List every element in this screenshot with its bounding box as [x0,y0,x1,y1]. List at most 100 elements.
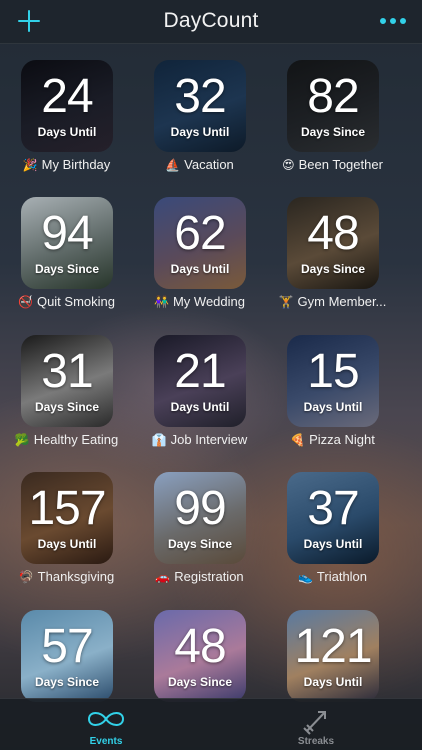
event-image-card: 82 Days Since [287,60,379,152]
event-name: Registration [174,569,244,584]
event-emoji-icon: 😍 [282,158,295,172]
event-tile[interactable]: 62 Days Until 👫 My Wedding [133,197,266,327]
day-count-number: 62 [174,207,226,260]
event-tile[interactable]: 21 Days Until 👔 Job Interview [133,335,266,465]
day-count-status: Days Since [34,400,100,414]
event-name: My Birthday [41,157,111,172]
event-tile[interactable]: 94 Days Since 🚭 Quit Smoking [0,197,133,327]
dot [400,18,406,24]
event-name: Job Interview [170,432,248,447]
event-image-card: 57 Days Since [21,610,113,702]
day-count-number: 99 [174,482,226,535]
event-tile[interactable]: 31 Days Since 🥦 Healthy Eating [0,335,133,465]
navigation-bar: DayCount [0,0,422,44]
event-tile[interactable]: 32 Days Until ⛵ Vacation [133,60,266,190]
page-title: DayCount [163,9,259,32]
dot [390,18,396,24]
event-image-card: 37 Days Until [287,472,379,564]
day-count-number: 57 [41,620,93,673]
day-count-number: 48 [174,620,226,673]
event-name: Healthy Eating [33,432,119,447]
day-count-status: Days Since [300,262,366,276]
day-count-status: Days Until [170,125,230,139]
day-count-status: Days Until [37,537,97,551]
day-count-number: 82 [307,70,359,123]
event-tile[interactable]: 82 Days Since 😍 Been Together [266,60,399,190]
event-image-card: 157 Days Until [21,472,113,564]
event-emoji-icon: 🦃 [18,570,34,584]
event-image-card: 62 Days Until [154,197,246,289]
event-tile[interactable]: 157 Days Until 🦃 Thanksgiving [0,472,133,602]
day-count-status: Days Until [37,125,97,139]
tab-label-streaks: Streaks [297,736,335,747]
event-tile[interactable]: 24 Days Until 🎉 My Birthday [0,60,133,190]
event-emoji-icon: 🍕 [290,433,306,447]
day-count-number: 32 [174,70,226,123]
event-emoji-icon: 🏋 [278,295,294,309]
event-image-card: 94 Days Since [21,197,113,289]
event-image-card: 15 Days Until [287,335,379,427]
event-name: Been Together [298,157,383,172]
event-image-card: 48 Days Since [154,610,246,702]
day-count-number: 31 [41,345,93,398]
day-count-number: 37 [307,482,359,535]
day-count-status: Days Since [34,675,100,689]
event-label: 😍 Been Together [266,157,399,172]
event-emoji-icon: 👫 [154,295,169,309]
event-image-card: 99 Days Since [154,472,246,564]
day-count-number: 121 [294,620,372,673]
event-name: Gym Member... [297,294,387,309]
day-count-number: 24 [41,70,93,123]
event-label: 🥦 Healthy Eating [0,432,133,447]
day-count-status: Days Since [167,537,233,551]
event-image-card: 24 Days Until [21,60,113,152]
arrow-icon [303,711,326,735]
day-count-number: 21 [174,345,226,398]
event-emoji-icon: 🚗 [155,570,171,584]
event-name: Quit Smoking [36,294,115,309]
event-emoji-icon: 👟 [297,570,313,584]
tab-label-events: Events [89,736,123,747]
event-tile[interactable]: 15 Days Until 🍕 Pizza Night [266,335,399,465]
day-count-status: Days Until [170,262,230,276]
infinity-icon [87,712,125,726]
event-label: 🦃 Thanksgiving [0,569,133,584]
day-count-number: 157 [28,482,106,535]
event-label: 🚭 Quit Smoking [0,294,133,309]
day-count-status: Days Until [303,675,363,689]
event-image-card: 32 Days Until [154,60,246,152]
tab-events[interactable]: Events [36,699,176,750]
event-tile[interactable]: 37 Days Until 👟 Triathlon [266,472,399,602]
event-label: 🚗 Registration [133,569,266,584]
event-image-card: 31 Days Since [21,335,113,427]
event-emoji-icon: 🎉 [22,158,38,172]
day-count-status: Days Since [300,125,366,139]
event-image-card: 48 Days Since [287,197,379,289]
day-count-number: 15 [307,345,359,398]
day-count-number: 94 [41,207,93,260]
event-label: 👟 Triathlon [266,569,399,584]
event-name: Vacation [184,157,234,172]
tab-streaks[interactable]: Streaks [246,699,386,750]
event-emoji-icon: 🥦 [14,433,30,447]
event-emoji-icon: ⛵ [165,158,181,172]
event-name: Triathlon [316,569,368,584]
event-tile[interactable]: 99 Days Since 🚗 Registration [133,472,266,602]
event-tile[interactable]: 48 Days Since 🏋 Gym Member... [266,197,399,327]
event-emoji-icon: 🚭 [18,295,33,309]
event-name: Thanksgiving [37,569,115,584]
day-count-status: Days Since [34,262,100,276]
event-image-card: 21 Days Until [154,335,246,427]
event-label: 🎉 My Birthday [0,157,133,172]
day-count-number: 48 [307,207,359,260]
event-label: 👫 My Wedding [133,294,266,309]
day-count-status: Days Until [303,400,363,414]
more-icon[interactable] [380,18,406,24]
day-count-status: Days Until [170,400,230,414]
event-name: Pizza Night [309,432,375,447]
event-label: 👔 Job Interview [133,432,266,447]
tab-bar: Events Streaks [0,698,422,750]
dot [380,18,386,24]
day-count-status: Days Since [167,675,233,689]
event-emoji-icon: 👔 [151,433,167,447]
